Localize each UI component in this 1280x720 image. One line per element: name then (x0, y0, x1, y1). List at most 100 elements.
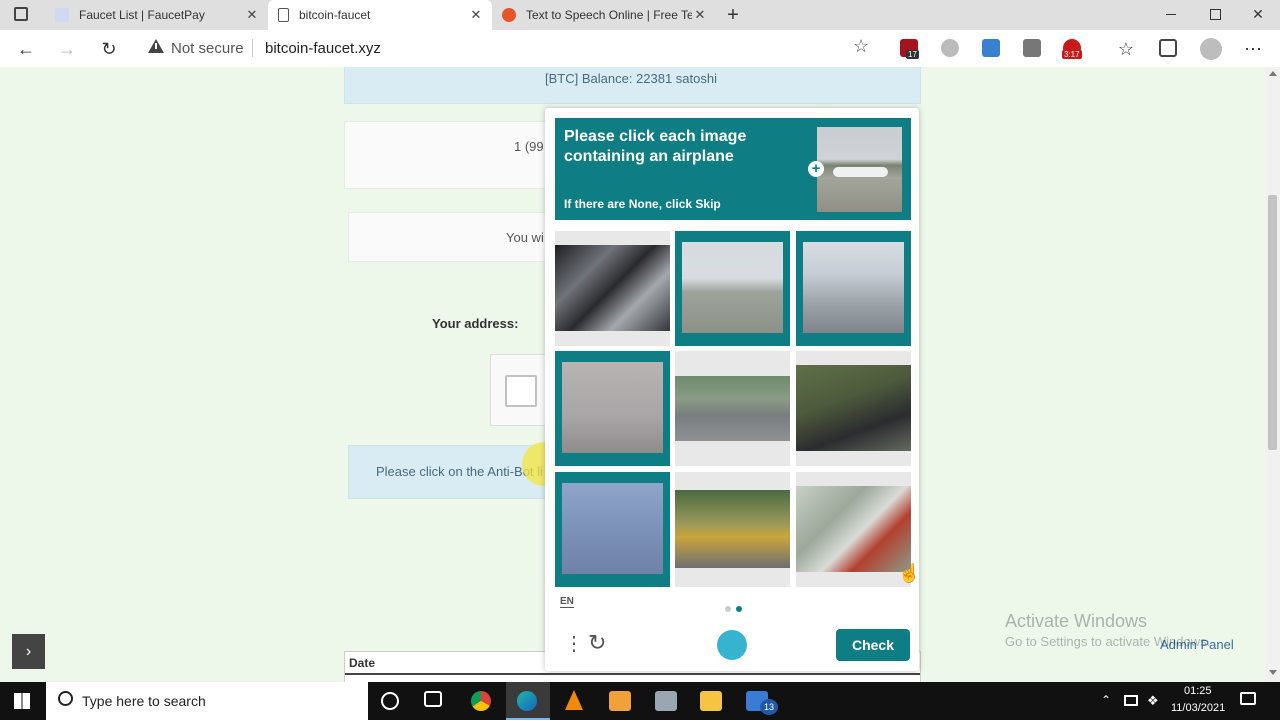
extension-icon-cloud[interactable] (941, 39, 959, 57)
back-icon[interactable]: ← (15, 38, 37, 60)
challenge-tile-yellow-buses[interactable] (675, 472, 790, 587)
extension-icon-blue[interactable] (982, 39, 1000, 57)
url-text: bitcoin-faucet.xyz (265, 40, 381, 57)
tab-bitcoin-faucet[interactable]: bitcoin-faucet ✕ (268, 0, 492, 30)
antibot-box: Please click on the Anti-Bot li (348, 445, 546, 499)
divider (252, 39, 253, 57)
close-window-button[interactable]: ✕ (1250, 6, 1266, 24)
tab-title: Faucet List | FaucetPay (79, 8, 205, 22)
challenge-tile-red-car[interactable] (675, 351, 790, 466)
mail-badge: 13 (760, 699, 778, 715)
challenge-tile-cyclist[interactable] (796, 472, 911, 587)
reload-icon[interactable]: ↻ (98, 38, 120, 60)
favorite-star-icon[interactable]: ☆ (853, 36, 869, 57)
win-card: You wi (348, 212, 546, 262)
tray-chevron-icon[interactable]: ⌃ (1101, 693, 1111, 707)
chrome-icon[interactable] (471, 691, 491, 711)
challenge-banner: Please click each image containing an ai… (555, 118, 911, 220)
dropbox-icon[interactable]: ❖ (1147, 693, 1159, 709)
side-toggle-button[interactable]: › (12, 634, 45, 669)
recaptcha-box (490, 354, 547, 426)
language-selector[interactable]: EN (560, 596, 574, 608)
photos-icon[interactable] (655, 691, 677, 711)
collections-icon[interactable] (1159, 39, 1177, 57)
scroll-down-icon[interactable] (1269, 670, 1277, 675)
challenge-tile-airplane-sky[interactable] (555, 472, 670, 587)
extension-icon-gray[interactable] (1023, 39, 1041, 57)
pagination-dot-1 (725, 606, 731, 612)
close-tab-icon[interactable]: ✕ (692, 7, 708, 23)
clock-date[interactable]: 11/03/2021 (1171, 702, 1225, 714)
tab-faucetpay[interactable]: Faucet List | FaucetPay ✕ (45, 0, 268, 30)
tile-image (682, 242, 783, 333)
challenge-tile-motorcyclists[interactable] (796, 351, 911, 466)
tile-image (803, 242, 904, 333)
hcaptcha-logo-icon (717, 630, 747, 660)
reward-text: 1 (99 (514, 139, 544, 154)
scrollbar-thumb[interactable] (1268, 195, 1277, 450)
more-options-icon[interactable]: ⋮ (564, 634, 584, 654)
tile-image (675, 376, 790, 441)
header-divider (345, 673, 920, 675)
zoom-plus-icon[interactable]: + (808, 161, 824, 177)
faucetpay-favicon-icon (55, 8, 69, 22)
media-player-icon[interactable] (609, 691, 631, 711)
tab-bar: Faucet List | FaucetPay ✕ bitcoin-faucet… (0, 0, 1280, 30)
hcaptcha-challenge: Please click each image containing an ai… (545, 108, 919, 671)
check-button[interactable]: Check (836, 629, 910, 661)
activation-watermark-title: Activate Windows (1005, 611, 1148, 631)
minimize-button[interactable] (1166, 14, 1176, 15)
tab-actions-icon[interactable] (14, 7, 28, 21)
extension-badge: 17 (906, 50, 919, 59)
more-menu-icon[interactable]: ⋯ (1242, 38, 1264, 60)
new-tab-button[interactable]: + (722, 3, 744, 27)
clock-time[interactable]: 01:25 (1184, 685, 1212, 697)
cortana-icon[interactable] (381, 692, 399, 710)
page-favicon-icon (278, 8, 289, 22)
tab-title: Text to Speech Online | Free Text (526, 8, 692, 22)
tab-title: bitcoin-faucet (299, 8, 371, 22)
forward-icon[interactable]: → (56, 38, 78, 60)
reward-card: 1 (99 (344, 121, 546, 189)
search-icon (58, 691, 73, 706)
close-tab-icon[interactable]: ✕ (468, 7, 484, 23)
challenge-prompt: Please click each image containing an ai… (564, 128, 747, 165)
windows-start-icon[interactable] (14, 693, 30, 709)
challenge-tile-airliner-nose[interactable] (796, 231, 911, 346)
tile-image (675, 490, 790, 568)
search-placeholder: Type here to search (82, 693, 206, 709)
balance-text: [BTC] Balance: 22381 satoshi (545, 71, 717, 86)
challenge-tile-cargo-airplane[interactable] (675, 231, 790, 346)
file-explorer-icon[interactable] (700, 691, 722, 711)
warning-mark (155, 43, 157, 49)
restore-button[interactable] (1210, 9, 1221, 20)
task-view-icon[interactable] (424, 691, 442, 707)
edge-icon[interactable] (517, 691, 537, 711)
extension-badge: 3:17 (1062, 50, 1082, 59)
tile-image (796, 365, 911, 451)
close-tab-icon[interactable]: ✕ (244, 7, 260, 23)
vlc-icon[interactable] (565, 690, 583, 710)
tts-favicon-icon (502, 8, 516, 22)
airplane-shape (833, 167, 888, 177)
refresh-icon[interactable]: ↻ (588, 632, 606, 654)
taskbar-search[interactable]: Type here to search (46, 682, 368, 720)
address-bar[interactable]: Not secure bitcoin-faucet.xyz ☆ (135, 34, 880, 63)
challenge-tile-propeller-fog[interactable] (555, 351, 670, 466)
address-label: Your address: (432, 316, 519, 331)
page-scrollbar[interactable] (1265, 67, 1280, 682)
table-header-date: Date (349, 656, 376, 670)
captcha-checkbox[interactable] (505, 375, 537, 407)
challenge-tile-motorcycle-engine[interactable] (555, 231, 670, 346)
example-image[interactable] (817, 127, 902, 212)
notification-icon[interactable] (1240, 692, 1256, 705)
activation-watermark-subtitle: Go to Settings to activate Windows. (1005, 634, 1211, 649)
scroll-up-icon[interactable] (1269, 71, 1277, 76)
favorites-icon[interactable]: ☆ (1115, 38, 1137, 60)
mouse-cursor-icon: ☝ (898, 563, 921, 583)
network-icon[interactable] (1124, 695, 1138, 706)
tile-image (796, 486, 911, 572)
tab-text-to-speech[interactable]: Text to Speech Online | Free Text ✕ (492, 0, 716, 30)
profile-avatar[interactable] (1200, 38, 1222, 60)
security-label: Not secure (171, 40, 244, 57)
